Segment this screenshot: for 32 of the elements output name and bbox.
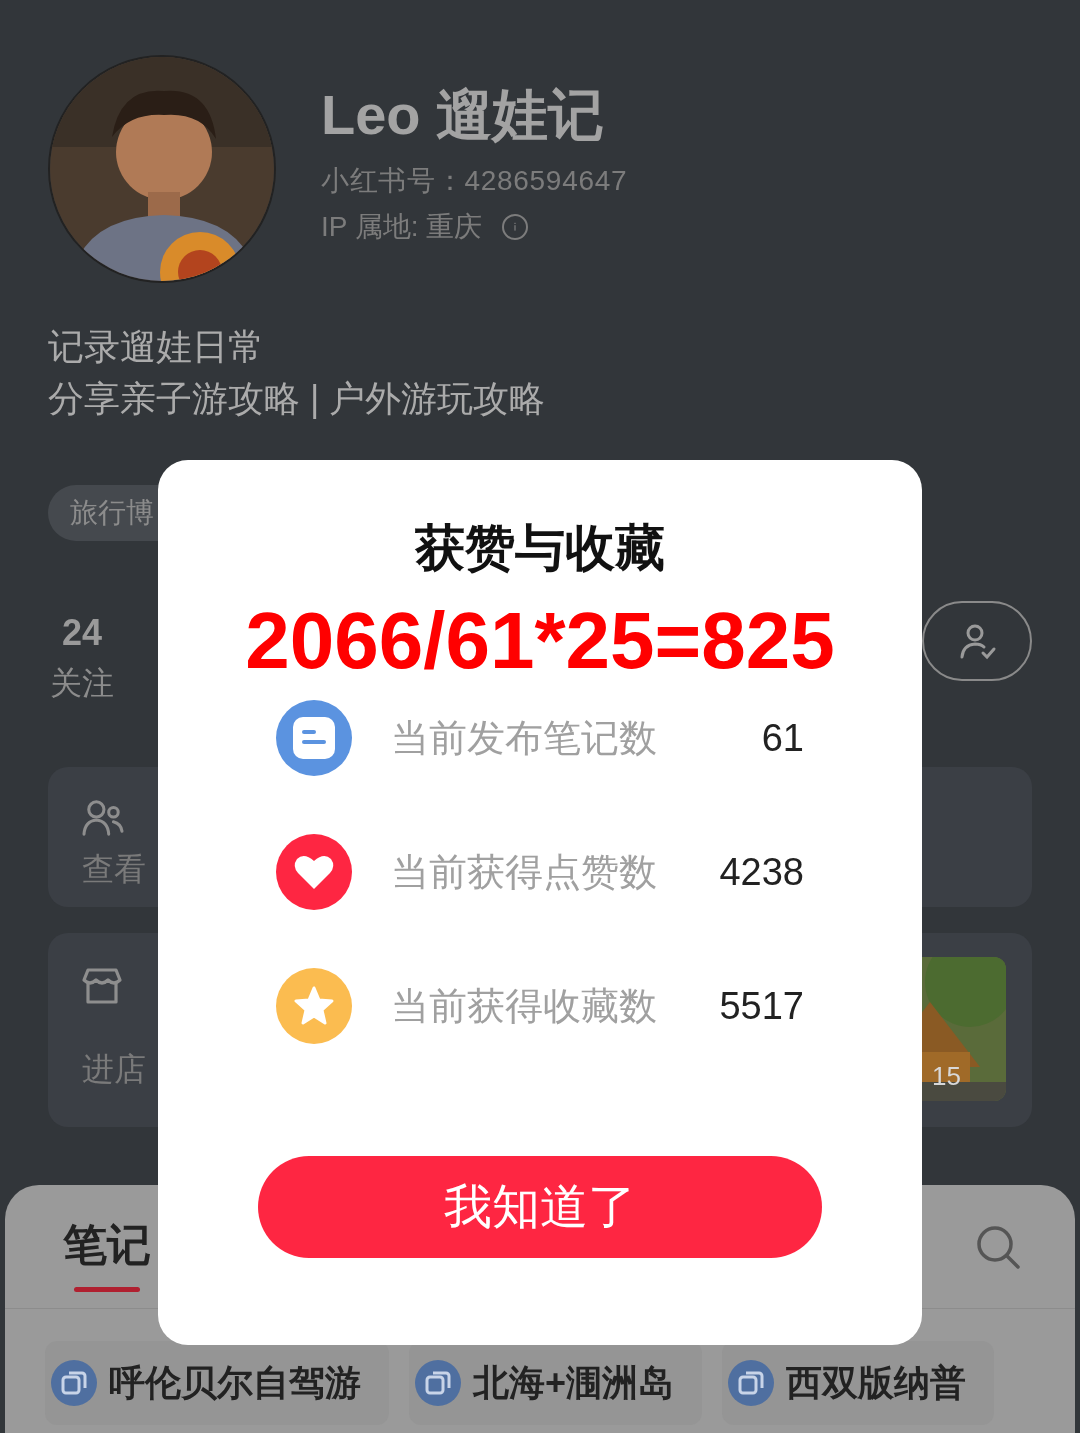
info-icon[interactable]: [502, 214, 529, 240]
bio-text: 分享亲子游攻略 | 户外游玩攻略: [48, 377, 547, 421]
note-icon: [276, 700, 352, 776]
stat-label: 关注: [50, 664, 114, 703]
card-subtitle: 查看: [82, 850, 146, 889]
confirm-button[interactable]: 我知道了: [258, 1156, 822, 1258]
search-button[interactable]: [975, 1223, 1021, 1270]
formula-text: 2066/61*25=825: [245, 596, 835, 686]
card-subtitle: 进店: [82, 1050, 146, 1089]
collection-icon: [51, 1360, 97, 1406]
stat-label: 当前获得点赞数: [391, 850, 657, 895]
bio-text: 记录遛娃日常: [48, 325, 265, 369]
price-label: 15: [932, 1061, 961, 1091]
stat-value: 61: [761, 716, 804, 761]
collection-chip[interactable]: 西双版纳普: [722, 1341, 995, 1425]
collection-icon: [415, 1360, 461, 1406]
tab[interactable]: 笔记: [63, 1217, 151, 1273]
tab-indicator: [74, 1287, 140, 1292]
stat-label: 当前发布笔记数: [391, 716, 657, 761]
stat-value: 24: [61, 613, 102, 653]
profile-name: Leo 遛娃记: [321, 83, 606, 147]
collection-chip[interactable]: 呼伦贝尔自驾游: [45, 1341, 389, 1425]
people-icon: [82, 799, 124, 837]
shop-icon: [82, 966, 122, 1006]
account-id: 小红书号：4286594647: [321, 164, 628, 198]
stat-value: 4238: [719, 850, 804, 895]
stat-value: 5517: [719, 984, 804, 1029]
ip-location: IP 属地: 重庆: [321, 210, 483, 244]
stat-label: 当前获得收藏数: [391, 984, 657, 1029]
search-icon: [975, 1223, 1021, 1270]
dialog-title: 获赞与收藏: [415, 519, 665, 578]
collection-icon: [728, 1360, 775, 1406]
